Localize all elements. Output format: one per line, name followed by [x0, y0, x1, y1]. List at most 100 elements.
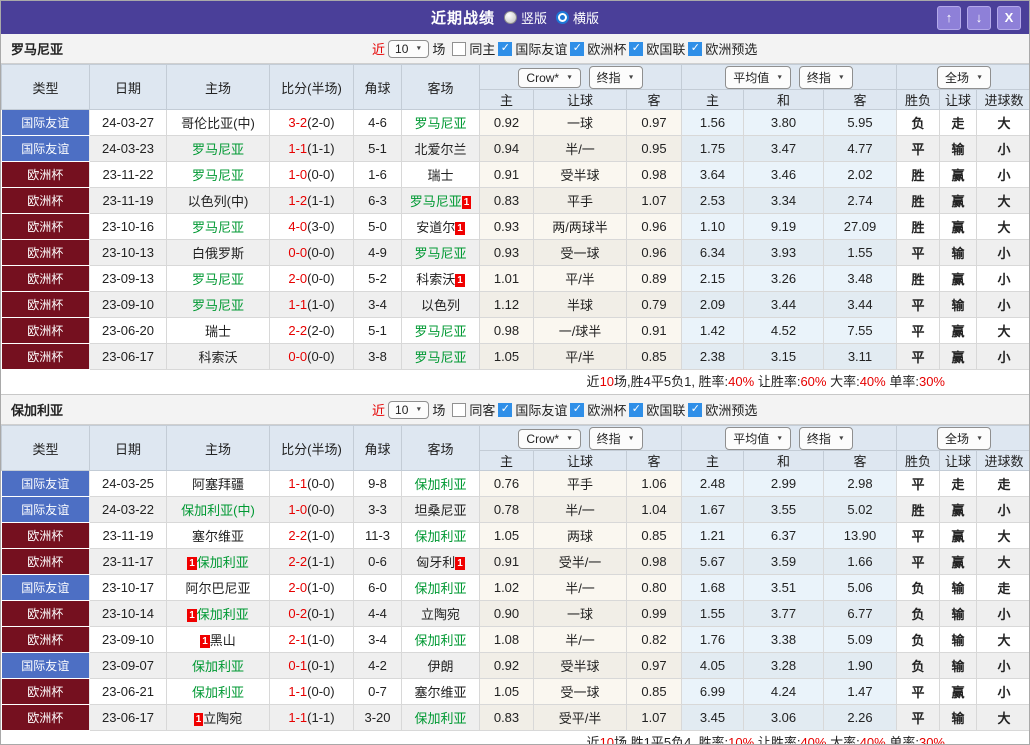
team-name[interactable]: 保加利亚 [11, 400, 63, 419]
away-team-name[interactable]: 以色列 [421, 298, 460, 313]
away-team-name[interactable]: 保加利亚 [414, 581, 466, 596]
home-team-name[interactable]: 立陶宛 [203, 711, 242, 726]
home-team-name[interactable]: 罗马尼亚 [192, 220, 244, 235]
away-team-name[interactable]: 保加利亚 [414, 529, 466, 544]
move-up-button[interactable]: ↑ [937, 5, 961, 30]
average-select[interactable]: 平均值 [725, 426, 792, 450]
final-odds-select-2[interactable]: 终指 [798, 65, 853, 89]
away-team-name[interactable]: 罗马尼亚 [410, 194, 462, 209]
result-handicap: 赢 [939, 187, 978, 214]
away-team-name[interactable]: 立陶宛 [421, 607, 460, 622]
fulltime-select[interactable]: 全场 [937, 426, 991, 450]
home-team-name[interactable]: 罗马尼亚 [192, 142, 244, 157]
result-win-draw-lose: 胜 [896, 161, 941, 188]
home-team-name[interactable]: 科索沃 [198, 350, 237, 365]
away-team-name[interactable]: 罗马尼亚 [414, 350, 466, 365]
league-checkbox-nationsleague[interactable] [629, 41, 644, 56]
away-team-name[interactable]: 罗马尼亚 [414, 246, 466, 261]
avg-draw-odds: 3.51 [743, 574, 824, 601]
home-team-name[interactable]: 以色列(中) [188, 194, 249, 209]
home-team-name[interactable]: 罗马尼亚 [192, 168, 244, 183]
close-button[interactable]: X [997, 5, 1021, 30]
away-team-name[interactable]: 伊朗 [427, 659, 453, 674]
match-date: 23-11-19 [89, 522, 167, 549]
final-odds-select-1[interactable]: 终指 [588, 65, 643, 89]
score-cell: 2-2(2-0) [269, 317, 354, 344]
avg-draw-odds: 6.37 [743, 522, 824, 549]
home-team-name[interactable]: 保加利亚 [197, 555, 249, 570]
home-team-name[interactable]: 罗马尼亚 [192, 272, 244, 287]
layout-vertical-option[interactable]: 竖版 [503, 8, 547, 27]
home-team-name[interactable]: 阿塞拜疆 [192, 477, 244, 492]
col-handicap-line: 让球 [533, 450, 627, 471]
home-team-name[interactable]: 保加利亚 [192, 685, 244, 700]
away-team-name[interactable]: 保加利亚 [414, 711, 466, 726]
recent-results-panel: 近期战绩 竖版 横版 ↑ ↓ X 罗马尼亚 近 10 场 同主 国际友谊 [0, 0, 1030, 745]
company-select[interactable]: Crow* [518, 67, 582, 88]
league-checkbox-friendly[interactable] [498, 402, 513, 417]
home-team-name[interactable]: 罗马尼亚 [192, 298, 244, 313]
handicap-line: 半/一 [533, 135, 627, 162]
league-checkbox-euroqualifier[interactable] [688, 41, 703, 56]
filter-bar: 近 10 场 同主 国际友谊 欧洲杯 欧国联 欧洲预选 [372, 39, 757, 58]
away-team-name[interactable]: 保加利亚 [414, 477, 466, 492]
away-team-name[interactable]: 北爱尔兰 [414, 142, 466, 157]
away-team-name[interactable]: 塞尔维亚 [414, 685, 466, 700]
full-time-score: 0-1 [288, 658, 308, 673]
summary-text: 让胜率: [754, 735, 801, 745]
home-team-name[interactable]: 阿尔巴尼亚 [185, 581, 250, 596]
away-team-name[interactable]: 罗马尼亚 [414, 324, 466, 339]
home-team-name[interactable]: 保加利亚 [197, 607, 249, 622]
home-team-name[interactable]: 保加利亚(中) [181, 503, 255, 518]
league-checkbox-friendly[interactable] [498, 41, 513, 56]
home-team-name[interactable]: 黑山 [210, 633, 236, 648]
same-venue-checkbox[interactable] [452, 41, 467, 56]
league-checkbox-nationsleague[interactable] [629, 402, 644, 417]
home-team-cell: 保加利亚 [166, 652, 270, 679]
col-result-wdl: 胜负 [896, 89, 941, 110]
home-team-name[interactable]: 哥伦比亚(中) [181, 116, 255, 131]
score-cell: 1-1(1-0) [269, 291, 354, 318]
move-down-button[interactable]: ↓ [967, 5, 991, 30]
handicap-away-odds: 1.07 [626, 704, 682, 731]
col-handicap-away: 客 [626, 450, 682, 471]
match-row: 欧洲杯 23-11-17 1 保加利亚 2-2(1-1) 0-6 匈牙利 1 0.9… [1, 548, 1029, 575]
radio-unselected-icon[interactable] [503, 11, 517, 24]
layout-horizontal-option[interactable]: 横版 [556, 8, 599, 27]
corner-count: 3-4 [353, 291, 402, 318]
away-team-name[interactable]: 安道尔 [416, 220, 455, 235]
away-team-name[interactable]: 科索沃 [416, 272, 455, 287]
same-venue-checkbox[interactable] [452, 402, 467, 417]
away-team-cell: 罗马尼亚 [401, 239, 480, 266]
away-team-name[interactable]: 罗马尼亚 [414, 116, 466, 131]
radio-selected-icon[interactable] [556, 11, 570, 24]
away-team-name[interactable]: 匈牙利 [416, 555, 455, 570]
match-count-select[interactable]: 10 [388, 400, 430, 419]
average-select[interactable]: 平均值 [725, 65, 792, 89]
result-win-draw-lose: 负 [896, 574, 941, 601]
avg-away-odds: 2.74 [823, 187, 898, 214]
result-goals: 走 [976, 470, 1029, 497]
company-select[interactable]: Crow* [518, 428, 582, 449]
final-odds-select-2[interactable]: 终指 [798, 426, 853, 450]
corner-count: 5-1 [353, 317, 402, 344]
result-goals: 大 [976, 704, 1029, 731]
home-team-name[interactable]: 瑞士 [205, 324, 231, 339]
score-cell: 1-1(1-1) [269, 704, 354, 731]
home-team-name[interactable]: 白俄罗斯 [192, 246, 244, 261]
result-win-draw-lose: 平 [896, 135, 941, 162]
away-team-name[interactable]: 保加利亚 [414, 633, 466, 648]
summary-text: 30% [918, 735, 945, 745]
league-checkbox-eurocup[interactable] [570, 402, 585, 417]
home-team-name[interactable]: 塞尔维亚 [192, 529, 244, 544]
league-checkbox-euroqualifier[interactable] [688, 402, 703, 417]
team-name[interactable]: 罗马尼亚 [11, 39, 63, 58]
league-checkbox-eurocup[interactable] [570, 41, 585, 56]
final-odds-select-1[interactable]: 终指 [588, 426, 643, 450]
score-cell: 2-0(1-0) [269, 574, 354, 601]
away-team-name[interactable]: 瑞士 [427, 168, 453, 183]
home-team-name[interactable]: 保加利亚 [192, 659, 244, 674]
away-team-name[interactable]: 坦桑尼亚 [414, 503, 466, 518]
match-count-select[interactable]: 10 [388, 39, 430, 58]
fulltime-select[interactable]: 全场 [937, 65, 991, 89]
